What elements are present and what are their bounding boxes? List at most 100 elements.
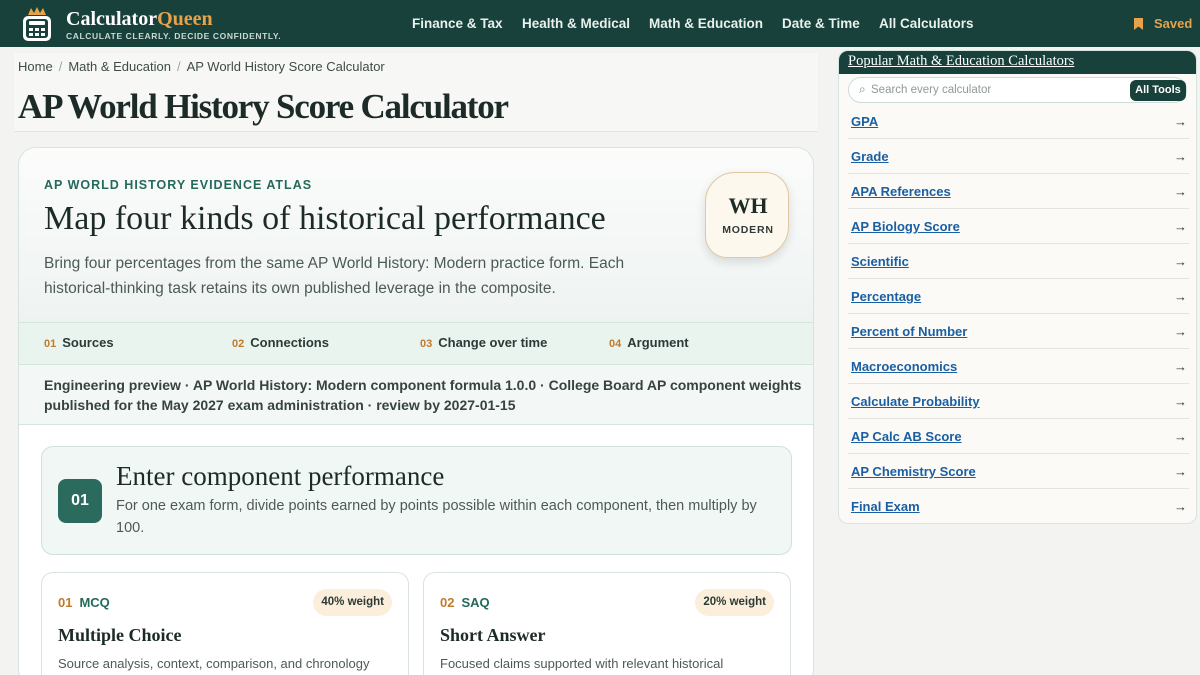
strip-item-label: Change over time xyxy=(438,335,548,350)
arrow-right-icon: → xyxy=(1174,499,1187,514)
hero-title: Map four kinds of historical performance xyxy=(44,200,606,237)
strip-item-label: Argument xyxy=(627,335,689,350)
sidebar-item-label: Macroeconomics xyxy=(851,359,958,374)
strip-item-label: Sources xyxy=(62,335,114,350)
arrow-right-icon: → xyxy=(1174,254,1187,269)
arrow-right-icon: → xyxy=(1174,464,1187,479)
component-number: 02 xyxy=(440,595,455,610)
brand-name-part1: Calculator xyxy=(66,8,158,30)
calculator-search-input[interactable] xyxy=(871,81,1101,99)
strip-item-argument: 04 Argument xyxy=(609,335,689,350)
step-number: 01 xyxy=(58,479,102,523)
nav-all-calculators[interactable]: All Calculators xyxy=(879,16,974,31)
strip-item-change-over-time: 03 Change over time xyxy=(420,335,547,350)
sidebar-item-label: Scientific xyxy=(851,254,909,269)
component-code-label: MCQ xyxy=(79,595,110,610)
nav-finance-tax[interactable]: Finance & Tax xyxy=(412,16,503,31)
sidebar-item-label: Final Exam xyxy=(851,499,920,514)
sidebar-search-box: ⌕ All Tools xyxy=(848,77,1187,103)
component-title: Short Answer xyxy=(440,625,546,645)
all-tools-button[interactable]: All Tools xyxy=(1130,80,1186,101)
sidebar-item-grade[interactable]: Grade → xyxy=(848,139,1189,174)
sidebar-item-scientific[interactable]: Scientific → xyxy=(848,244,1189,279)
sidebar-item-macroeconomics[interactable]: Macroeconomics → xyxy=(848,349,1189,384)
arrow-right-icon: → xyxy=(1174,394,1187,409)
page-header: Home / Math & Education / AP World History S… xyxy=(14,53,818,132)
calculator-crown-logo-icon[interactable] xyxy=(22,6,52,42)
component-code-label: SAQ xyxy=(461,595,490,610)
strip-item-number: 04 xyxy=(609,338,622,350)
sidebar-item-label: Grade xyxy=(851,149,889,164)
sidebar-header: Popular Math & Education Calculators xyxy=(839,51,1196,74)
arrow-right-icon: → xyxy=(1174,149,1187,164)
top-navigation-bar: CalculatorQueen CALCULATE CLEARLY. DECID… xyxy=(0,0,1200,47)
component-code: 02 SAQ xyxy=(440,595,490,610)
breadcrumb-math-education[interactable]: Math & Education xyxy=(68,59,171,74)
component-strip: 01 Sources 02 Connections 03 Change over ti… xyxy=(19,322,813,365)
sidebar-title[interactable]: Popular Math & Education Calculators xyxy=(848,53,1074,70)
hero-section: AP WORLD HISTORY EVIDENCE ATLAS Map four… xyxy=(19,148,813,322)
strip-item-number: 03 xyxy=(420,338,433,350)
nav-math-education[interactable]: Math & Education xyxy=(649,16,763,31)
component-card-mcq: 01 MCQ 40% weight Multiple Choice Source … xyxy=(41,572,409,675)
sidebar-item-label: AP Biology Score xyxy=(851,219,960,234)
arrow-right-icon: → xyxy=(1174,114,1187,129)
arrow-right-icon: → xyxy=(1174,429,1187,444)
breadcrumb-current: AP World History Score Calculator xyxy=(186,59,385,74)
badge-sub-text: MODERN xyxy=(722,224,774,236)
sidebar-item-label: AP Calc AB Score xyxy=(851,429,962,444)
sidebar-item-ap-chemistry-score[interactable]: AP Chemistry Score → xyxy=(848,454,1189,489)
sidebar-item-label: GPA xyxy=(851,114,879,129)
arrow-right-icon: → xyxy=(1174,219,1187,234)
sidebar-item-percentage[interactable]: Percentage → xyxy=(848,279,1189,314)
component-title: Multiple Choice xyxy=(58,625,182,645)
sidebar-item-apa-references[interactable]: APA References → xyxy=(848,174,1189,209)
sidebar-item-final-exam[interactable]: Final Exam → xyxy=(848,489,1189,523)
breadcrumb-separator: / xyxy=(176,59,181,74)
brand-name-part2: Queen xyxy=(157,8,213,30)
weight-badge: 20% weight xyxy=(695,589,774,616)
sidebar-item-label: Percent of Number xyxy=(851,324,968,339)
breadcrumb-home[interactable]: Home xyxy=(18,59,53,74)
sidebar-item-label: Percentage xyxy=(851,289,922,304)
sidebar-item-gpa[interactable]: GPA → xyxy=(848,104,1189,139)
hero-eyebrow: AP WORLD HISTORY EVIDENCE ATLAS xyxy=(44,178,313,192)
engineering-preview-note: Engineering preview · AP World History: … xyxy=(19,365,813,425)
wh-modern-badge: WH MODERN xyxy=(705,172,789,258)
nav-date-time[interactable]: Date & Time xyxy=(782,16,860,31)
strip-item-number: 02 xyxy=(232,338,245,350)
sidebar-item-calculate-probability[interactable]: Calculate Probability → xyxy=(848,384,1189,419)
bookmark-icon xyxy=(1134,18,1143,30)
sidebar-item-label: APA References xyxy=(851,184,951,199)
nav-health-medical[interactable]: Health & Medical xyxy=(522,16,630,31)
page-title: AP World History Score Calculator xyxy=(18,87,509,126)
breadcrumb-separator: / xyxy=(58,59,63,74)
component-card-saq: 02 SAQ 20% weight Short Answer Focused cl… xyxy=(423,572,791,675)
sidebar-item-label: Calculate Probability xyxy=(851,394,980,409)
calculator-card: AP WORLD HISTORY EVIDENCE ATLAS Map four… xyxy=(18,147,814,675)
arrow-right-icon: → xyxy=(1174,324,1187,339)
step-title: Enter component performance xyxy=(116,461,445,491)
search-icon: ⌕ xyxy=(859,82,866,96)
preview-note-text: Engineering preview · AP World History: … xyxy=(44,377,802,413)
arrow-right-icon: → xyxy=(1174,289,1187,304)
arrow-right-icon: → xyxy=(1174,359,1187,374)
hero-description: Bring four percentages from the same AP … xyxy=(44,255,625,297)
strip-item-number: 01 xyxy=(44,338,57,350)
badge-main-text: WH xyxy=(728,193,768,218)
sidebar-item-ap-biology-score[interactable]: AP Biology Score → xyxy=(848,209,1189,244)
sidebar-item-percent-of-number[interactable]: Percent of Number → xyxy=(848,314,1189,349)
popular-calculators-sidebar: Popular Math & Education Calculators ⌕ A… xyxy=(838,50,1197,524)
strip-item-label: Connections xyxy=(250,335,329,350)
strip-item-sources: 01 Sources xyxy=(44,335,114,350)
brand-name[interactable]: CalculatorQueen xyxy=(66,8,213,31)
sidebar-item-label: AP Chemistry Score xyxy=(851,464,976,479)
breadcrumb: Home / Math & Education / AP World History S… xyxy=(18,59,385,74)
saved-label: Saved xyxy=(1154,16,1193,31)
arrow-right-icon: → xyxy=(1174,184,1187,199)
step-enter-component-performance: 01 Enter component performance For one e… xyxy=(41,446,792,555)
step-description: For one exam form, divide points earned … xyxy=(116,498,757,536)
component-description: Focused claims supported with relevant h… xyxy=(440,656,724,671)
saved-button[interactable]: Saved xyxy=(1134,16,1193,31)
sidebar-item-ap-calc-ab-score[interactable]: AP Calc AB Score → xyxy=(848,419,1189,454)
